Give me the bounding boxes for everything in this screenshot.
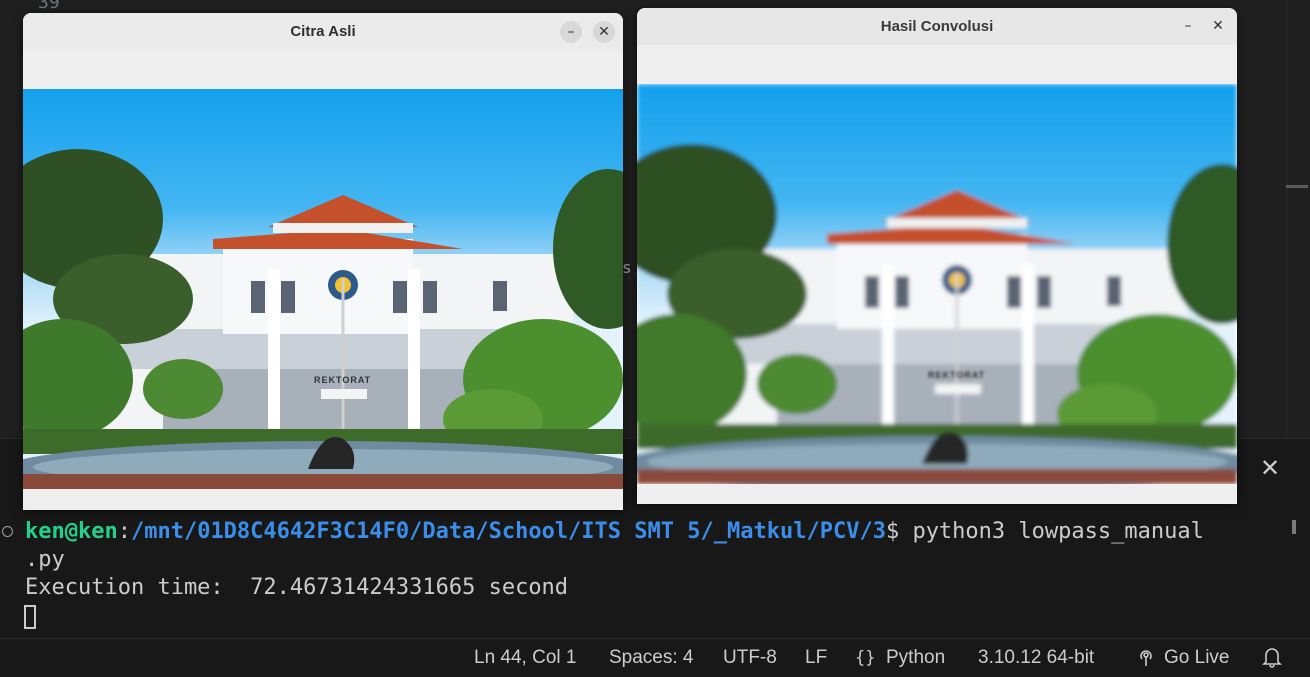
building-sign-text: REKTORAT	[314, 375, 372, 385]
editor-text-fragment: s	[622, 258, 632, 277]
go-live-button[interactable]: Go Live	[1164, 647, 1229, 669]
braces-icon: {}	[855, 648, 876, 668]
close-panel-icon[interactable]: ✕	[1258, 456, 1282, 480]
convolution-result-window[interactable]: Hasil Convolusi – ✕ REKTORAT	[637, 8, 1237, 504]
editor-scrollbar[interactable]	[1286, 0, 1309, 438]
language-mode[interactable]: Python	[886, 647, 945, 669]
window-bottom-area	[23, 489, 623, 510]
terminal-cursor	[24, 605, 36, 629]
building-sign-text: REKTORAT	[928, 370, 986, 380]
terminal-user: ken@ken	[25, 519, 118, 544]
window-toolbar-area	[637, 45, 1237, 84]
line-number: 39	[38, 0, 60, 13]
window-title: Citra Asli	[290, 23, 356, 40]
terminal-colon: :	[117, 519, 131, 544]
terminal-command-cont: .py	[25, 547, 65, 572]
original-image-window[interactable]: Citra Asli – ✕ REKTORAT	[23, 13, 623, 510]
cursor-position[interactable]: Ln 44, Col 1	[474, 647, 576, 669]
close-button[interactable]: ✕	[593, 21, 615, 43]
broadcast-icon	[1136, 647, 1156, 673]
window-toolbar-area	[23, 50, 623, 89]
python-interpreter[interactable]: 3.10.12 64-bit	[978, 647, 1094, 669]
indentation[interactable]: Spaces: 4	[609, 647, 694, 669]
bell-icon[interactable]	[1262, 646, 1282, 674]
status-bar: Ln 44, Col 1 Spaces: 4 UTF-8 LF {} Pytho…	[0, 638, 1310, 677]
original-image: REKTORAT	[23, 89, 623, 489]
minimize-button[interactable]: –	[560, 21, 582, 43]
encoding[interactable]: UTF-8	[723, 647, 777, 669]
terminal-status-icon	[2, 526, 13, 537]
scrollbar-thumb[interactable]	[1286, 185, 1308, 188]
execution-time-text: Execution time: 72.46731424331665 second	[25, 575, 569, 600]
close-button[interactable]: ✕	[1207, 15, 1229, 37]
window-bottom-area	[637, 484, 1237, 504]
window-titlebar[interactable]: Citra Asli	[23, 13, 623, 50]
terminal-path: /mnt/01D8C4642F3C14F0/Data/School/ITS SM…	[130, 519, 886, 544]
window-titlebar[interactable]: Hasil Convolusi	[637, 8, 1237, 45]
terminal-command: $ python3 lowpass_manual	[885, 519, 1204, 544]
end-of-line[interactable]: LF	[805, 647, 827, 669]
minimize-button[interactable]: –	[1177, 15, 1199, 37]
terminal-scrollbar[interactable]	[1292, 520, 1296, 534]
window-title: Hasil Convolusi	[880, 18, 994, 35]
blurred-image: REKTORAT	[637, 84, 1237, 484]
terminal-output[interactable]: ken@ken:/mnt/01D8C4642F3C14F0/Data/Schoo…	[25, 518, 1204, 602]
